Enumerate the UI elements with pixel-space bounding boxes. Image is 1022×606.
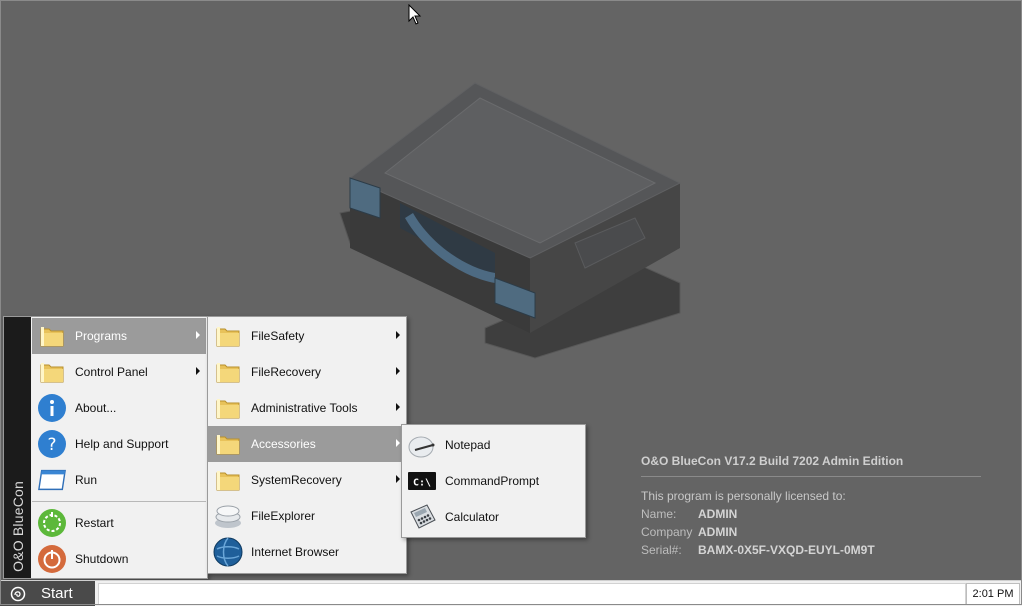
menu-item-label: Programs [75,329,128,343]
programs-submenu: FileSafety FileRecovery Administrative T… [207,316,407,574]
help-icon: ? [37,429,67,459]
menu-item-notepad[interactable]: Notepad [402,427,585,463]
mouse-cursor-icon [408,4,422,25]
menu-item-calculator[interactable]: Calculator [402,499,585,535]
submenu-arrow-icon [396,439,400,447]
folder-icon [213,321,243,351]
license-company-value: ADMIN [698,525,738,539]
menu-item-about[interactable]: About... [32,390,206,426]
submenu-arrow-icon [396,331,400,339]
folder-icon [213,465,243,495]
folder-icon [213,429,243,459]
menu-item-label: Control Panel [75,365,148,379]
menu-item-label: SystemRecovery [251,473,342,487]
svg-text:?: ? [47,435,56,455]
brand-label: O&O BlueCon [10,481,26,572]
menu-item-label: Accessories [251,437,316,451]
menu-item-control-panel[interactable]: Control Panel [32,354,206,390]
license-serial-label: Serial#: [641,543,682,557]
license-serial-value: BAMX-0X5F-VXQD-EUYL-0M9T [698,543,875,557]
menu-item-filerecovery[interactable]: FileRecovery [208,354,406,390]
notepad-icon [407,430,437,460]
folder-icon [213,393,243,423]
submenu-arrow-icon [196,367,200,375]
menu-item-programs[interactable]: Programs [32,318,206,354]
folder-icon [37,357,67,387]
menu-item-shutdown[interactable]: Shutdown [32,541,206,577]
start-menu: O&O BlueCon Programs Control Panel About… [3,316,208,579]
license-company-label: Company [641,525,693,539]
submenu-arrow-icon [396,403,400,411]
submenu-arrow-icon [196,331,200,339]
menu-item-label: FileSafety [251,329,305,343]
taskbar-clock[interactable]: 2:01 PM [966,583,1020,605]
folder-icon [37,321,67,351]
menu-item-label: Help and Support [75,437,169,451]
brand-strip: O&O BlueCon [4,317,31,578]
globe-icon [213,537,243,567]
menu-item-commandprompt[interactable]: C:\ CommandPrompt [402,463,585,499]
license-name-label: Name: [641,507,677,521]
svg-text:C:\: C:\ [413,478,431,489]
license-serial-row: Serial#: BAMX-0X5F-VXQD-EUYL-0M9T [641,541,981,559]
menu-item-label: FileRecovery [251,365,322,379]
file-explorer-icon [213,501,243,531]
menu-separator [32,501,206,502]
menu-item-accessories[interactable]: Accessories [208,426,406,462]
run-window-icon [37,465,67,495]
menu-item-fileexplorer[interactable]: FileExplorer [208,498,406,534]
license-info-panel: O&O BlueCon V17.2 Build 7202 Admin Editi… [641,454,981,559]
command-prompt-icon: C:\ [407,466,437,496]
license-name-row: Name: ADMIN [641,505,981,523]
menu-item-label: Internet Browser [251,545,340,559]
menu-item-filesafety[interactable]: FileSafety [208,318,406,354]
license-name-value: ADMIN [698,507,738,521]
license-company-row: Company ADMIN [641,523,981,541]
menu-item-administrative-tools[interactable]: Administrative Tools [208,390,406,426]
restart-icon [37,508,67,538]
submenu-arrow-icon [396,367,400,375]
menu-item-label: CommandPrompt [445,474,540,488]
menu-item-label: FileExplorer [251,509,316,523]
licensed-to-text: This program is personally licensed to: [641,489,846,503]
menu-item-label: Run [75,473,98,487]
start-button[interactable]: Start [0,581,95,606]
menu-item-label: About... [75,401,117,415]
menu-item-label: Notepad [445,438,491,452]
desktop: O&O BlueCon V17.2 Build 7202 Admin Editi… [0,0,1022,606]
calculator-icon [407,502,437,532]
menu-item-label: Calculator [445,510,500,524]
power-icon [37,544,67,574]
menu-item-label: Restart [75,516,114,530]
menu-item-run[interactable]: Run [32,462,206,498]
menu-item-systemrecovery[interactable]: SystemRecovery [208,462,406,498]
menu-item-internet-browser[interactable]: Internet Browser [208,534,406,570]
menu-item-label: Shutdown [75,552,129,566]
taskbar-task-area[interactable] [98,583,966,605]
folder-icon [213,357,243,387]
taskbar: Start 2:01 PM [0,580,1022,606]
start-label: Start [41,585,73,602]
submenu-arrow-icon [396,475,400,483]
menu-item-restart[interactable]: Restart [32,505,206,541]
license-title: O&O BlueCon V17.2 Build 7202 Admin Editi… [641,454,981,477]
accessories-submenu: Notepad C:\ CommandPrompt Calculator [401,424,586,538]
menu-item-label: Administrative Tools [251,401,358,415]
menu-item-help-and-support[interactable]: ? Help and Support [32,426,206,462]
oo-logo-icon [10,586,26,601]
info-icon [37,393,67,423]
